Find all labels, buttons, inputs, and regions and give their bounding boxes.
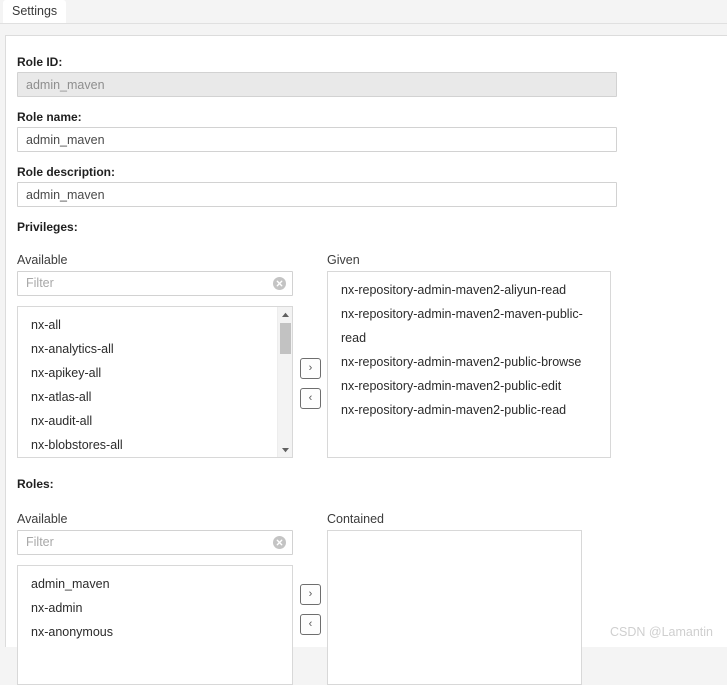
list-item[interactable]: nx-admin: [18, 596, 292, 620]
roles-available-list[interactable]: admin_maven nx-admin nx-anonymous: [17, 565, 293, 685]
privileges-given-caption: Given: [327, 253, 360, 267]
list-item[interactable]: nx-audit-all: [18, 409, 292, 433]
list-item[interactable]: nx-repository-admin-maven2-aliyun-read: [328, 278, 610, 302]
list-item[interactable]: nx-blobstores-all: [18, 433, 292, 457]
chevron-left-icon: ‹: [308, 392, 313, 404]
role-name-input[interactable]: [17, 127, 617, 152]
list-item[interactable]: nx-repository-admin-maven2-public-browse: [328, 350, 610, 374]
role-name-label: Role name:: [17, 110, 82, 124]
list-item[interactable]: nx-analytics-all: [18, 337, 292, 361]
role-id-label: Role ID:: [17, 55, 63, 69]
list-item[interactable]: nx-apikey-all: [18, 361, 292, 385]
list-item[interactable]: nx-repository-admin-maven2-maven-public-…: [328, 302, 610, 350]
chevron-left-icon: ‹: [308, 618, 313, 630]
privileges-given-list[interactable]: nx-repository-admin-maven2-aliyun-read n…: [327, 271, 611, 458]
chevron-right-icon: ›: [308, 588, 313, 600]
roles-filter-placeholder: Filter: [26, 535, 54, 549]
scrollbar-thumb[interactable]: [280, 323, 291, 354]
list-item[interactable]: nx-repository-admin-maven2-public-read: [328, 398, 610, 422]
list-item[interactable]: admin_maven: [18, 572, 292, 596]
privileges-remove-button[interactable]: ‹: [300, 388, 321, 409]
privileges-add-button[interactable]: ›: [300, 358, 321, 379]
roles-filter-input[interactable]: Filter: [17, 530, 293, 555]
privileges-available-list[interactable]: nx-all nx-analytics-all nx-apikey-all nx…: [17, 306, 293, 458]
roles-add-button[interactable]: ›: [300, 584, 321, 605]
list-item[interactable]: nx-atlas-all: [18, 385, 292, 409]
scroll-down-arrow-icon[interactable]: [278, 443, 292, 456]
tab-settings[interactable]: Settings: [3, 0, 66, 24]
privileges-available-scrollbar[interactable]: [277, 307, 292, 457]
tab-strip-divider: [0, 23, 727, 24]
privileges-label: Privileges:: [17, 220, 78, 234]
privileges-given-items: nx-repository-admin-maven2-aliyun-read n…: [328, 278, 610, 422]
privileges-available-items: nx-all nx-analytics-all nx-apikey-all nx…: [18, 313, 292, 457]
tab-strip: Settings: [0, 0, 727, 24]
roles-available-caption: Available: [17, 512, 68, 526]
chevron-right-icon: ›: [308, 362, 313, 374]
role-id-input: [17, 72, 617, 97]
roles-label: Roles:: [17, 477, 54, 491]
roles-available-items: admin_maven nx-admin nx-anonymous: [18, 572, 292, 644]
roles-contained-list[interactable]: [327, 530, 582, 685]
list-item[interactable]: nx-repository-admin-maven2-public-edit: [328, 374, 610, 398]
role-description-input[interactable]: [17, 182, 617, 207]
clear-circle-icon[interactable]: [273, 277, 286, 290]
roles-remove-button[interactable]: ‹: [300, 614, 321, 635]
role-settings-panel: Role ID: Role name: Role description: Pr…: [5, 35, 727, 685]
roles-contained-caption: Contained: [327, 512, 384, 526]
clear-circle-icon[interactable]: [273, 536, 286, 549]
list-item[interactable]: nx-anonymous: [18, 620, 292, 644]
list-item[interactable]: nx-all: [18, 313, 292, 337]
role-description-label: Role description:: [17, 165, 116, 179]
scroll-up-arrow-icon[interactable]: [278, 308, 292, 321]
privileges-available-caption: Available: [17, 253, 68, 267]
privileges-filter-input[interactable]: Filter: [17, 271, 293, 296]
tab-settings-label: Settings: [12, 4, 58, 18]
privileges-filter-placeholder: Filter: [26, 276, 54, 290]
